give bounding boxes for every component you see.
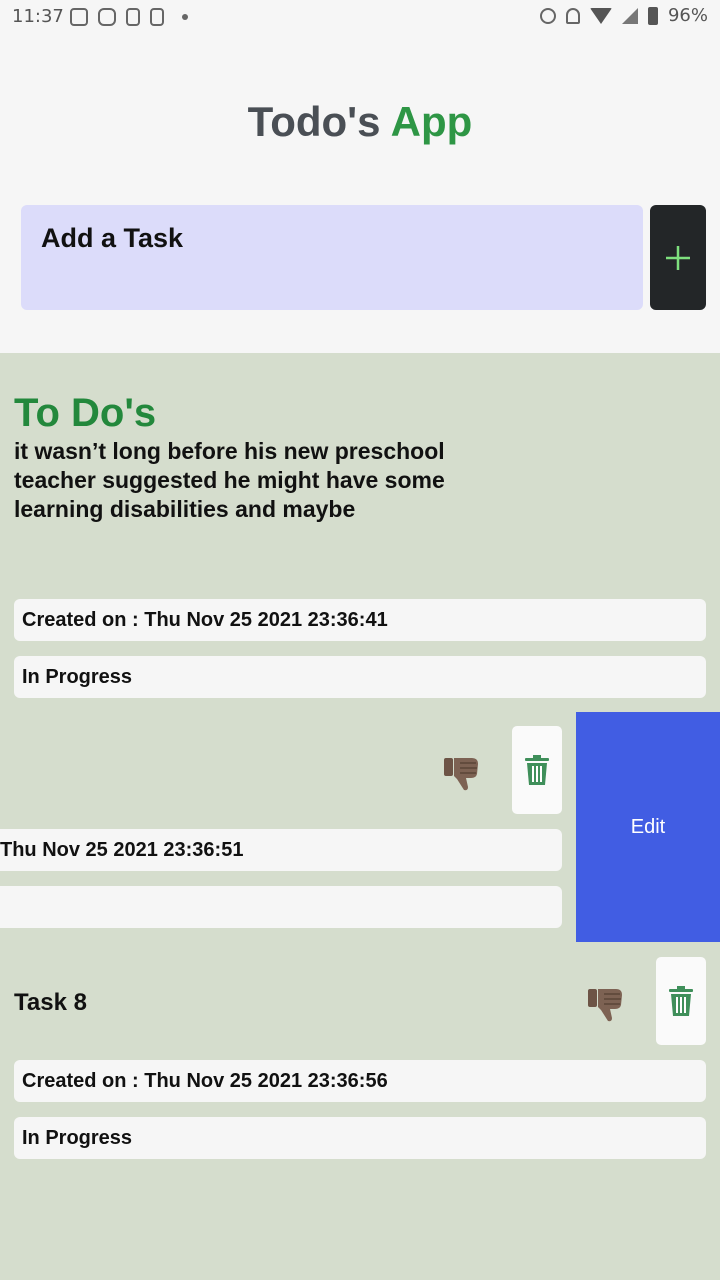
section-title: To Do's xyxy=(14,391,157,435)
thumbs-down-icon[interactable] xyxy=(442,752,482,792)
task-status: In Progress xyxy=(14,1117,706,1159)
task-created-on-text: Created on : Thu Nov 25 2021 23:36:41 xyxy=(22,608,388,631)
trash-icon xyxy=(525,755,549,785)
news-icon xyxy=(70,8,88,26)
todo-list: To Do's it wasn’t long before his new pr… xyxy=(0,353,720,1280)
add-task-placeholder: Add a Task xyxy=(41,223,184,253)
edit-task-button[interactable]: Edit xyxy=(576,712,720,942)
thumbs-down-icon[interactable] xyxy=(586,983,626,1023)
task-created-on: Created on : Thu Nov 25 2021 23:36:41 xyxy=(14,599,706,641)
bell-off-icon xyxy=(565,7,580,24)
app-icon xyxy=(126,8,140,26)
signal-icon xyxy=(621,7,638,24)
status-bar: 11:37 96% xyxy=(0,0,720,34)
delete-task-button[interactable] xyxy=(656,957,706,1045)
dot-icon xyxy=(182,14,188,20)
app-title-part2: App xyxy=(390,98,473,145)
app-title: Todo's App xyxy=(0,98,720,146)
plus-icon xyxy=(666,245,690,270)
status-left-icons xyxy=(70,8,188,26)
status-time: 11:37 xyxy=(12,6,64,27)
delete-task-button[interactable] xyxy=(512,726,562,814)
add-task-button[interactable] xyxy=(650,205,706,310)
task-created-on: Created on : Thu Nov 25 2021 23:36:56 xyxy=(14,1060,706,1102)
task-status-text: In Progress xyxy=(22,665,133,688)
task-created-on: Thu Nov 25 2021 23:36:51 xyxy=(0,829,562,871)
task-description: it wasn’t long before his new preschool … xyxy=(14,438,445,522)
task-status: In Progress xyxy=(14,656,706,698)
instagram-icon xyxy=(98,8,116,26)
alarm-icon xyxy=(539,7,556,24)
battery-icon xyxy=(647,6,658,25)
task-created-on-text: Created on : Thu Nov 25 2021 23:36:56 xyxy=(22,1069,388,1092)
trash-icon xyxy=(669,986,693,1016)
wifi-icon xyxy=(589,7,612,24)
task-title: Task 8 xyxy=(14,989,87,1016)
battery-level: 96% xyxy=(667,5,708,26)
edit-label: Edit xyxy=(630,815,666,838)
task-status xyxy=(0,886,562,928)
task-created-on-text: Thu Nov 25 2021 23:36:51 xyxy=(0,838,244,861)
task-status-text: In Progress xyxy=(22,1126,133,1149)
app-icon xyxy=(150,8,164,26)
app-title-part1: Todo's xyxy=(247,98,381,145)
status-right-icons: 96% xyxy=(539,5,708,26)
add-task-input[interactable]: Add a Task xyxy=(21,205,643,310)
